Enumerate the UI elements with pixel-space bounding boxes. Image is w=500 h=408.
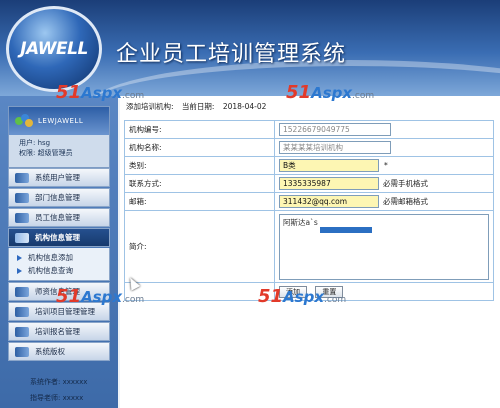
- intro-cell: 阿斯达a`s: [274, 210, 494, 283]
- contact-hint: 必需手机格式: [383, 178, 428, 188]
- category-label: 类别:: [124, 156, 275, 175]
- watermark-aspx: Aspx: [311, 84, 353, 102]
- intro-label: 简介:: [124, 210, 275, 283]
- add-org-form: 机构编号: 15226679049775 机构名称: 某某某某培训机构 类别: …: [124, 120, 494, 301]
- sidebar: LEWJAWELL 用户: hsg 权限: 超级管理员 系统用户管理 部门信息管…: [0, 96, 118, 408]
- contact-cell: 1335335987 必需手机格式: [274, 174, 494, 193]
- intro-text: 阿斯达a`s: [283, 217, 318, 227]
- user-banner: LEWJAWELL: [9, 107, 109, 135]
- menu-item-enrollment[interactable]: 培训报名管理: [8, 322, 110, 341]
- org-name-cell: 某某某某培训机构: [274, 138, 494, 157]
- form-row-intro: 简介: 阿斯达a`s: [124, 210, 494, 283]
- author-text: 系统作者: xxxxxx: [30, 378, 88, 386]
- breadcrumb: 添加培训机构: 当前日期: 2018-04-02: [126, 101, 272, 112]
- menu-bar-icon: [15, 286, 29, 297]
- submenu-item-add-org[interactable]: 机构信息添加: [9, 251, 109, 264]
- form-row-contact: 联系方式: 1335335987 必需手机格式: [124, 174, 494, 193]
- user-panel: LEWJAWELL 用户: hsg 权限: 超级管理员: [8, 106, 110, 168]
- sidebar-menu: 系统用户管理 部门信息管理 员工信息管理 机构信息管理 机构信息添加 机构信息查…: [8, 168, 110, 362]
- org-name-input[interactable]: 某某某某培训机构: [279, 141, 391, 154]
- current-date: 2018-04-02: [222, 102, 267, 111]
- email-cell: 311432@qq.com 必需邮箱格式: [274, 192, 494, 211]
- submenu-item-label: 机构信息查询: [28, 266, 73, 275]
- watermark-com: .com: [324, 295, 347, 305]
- watermark-num: 51: [56, 82, 82, 103]
- required-star: *: [384, 160, 388, 170]
- watermark-com: .com: [352, 91, 375, 101]
- contact-input[interactable]: 1335335987: [279, 177, 379, 190]
- menu-item-system-users[interactable]: 系统用户管理: [8, 168, 110, 187]
- category-input[interactable]: B类: [279, 159, 379, 172]
- menu-item-employees[interactable]: 员工信息管理: [8, 208, 110, 227]
- text-selection-highlight: [320, 226, 372, 233]
- user-info: 用户: hsg 权限: 超级管理员: [9, 135, 109, 158]
- intro-textarea[interactable]: 阿斯达a`s: [279, 213, 489, 280]
- form-row-org-no: 机构编号: 15226679049775: [124, 120, 494, 139]
- app-title: 企业员工培训管理系统: [116, 42, 347, 67]
- menu-bar-icon: [15, 326, 29, 337]
- menu-item-label: 培训项目管理管理: [35, 307, 95, 316]
- menu-bar-icon: [15, 192, 29, 203]
- logo-text: JAWELL: [20, 39, 88, 59]
- org-no-input[interactable]: 15226679049775: [279, 123, 391, 136]
- watermark-num: 51: [258, 286, 284, 307]
- menu-item-departments[interactable]: 部门信息管理: [8, 188, 110, 207]
- watermark-aspx: Aspx: [81, 288, 123, 306]
- user-name: 用户: hsg: [19, 139, 51, 147]
- buttons-label-cell: [124, 282, 275, 301]
- menu-bar-icon: [15, 306, 29, 317]
- user-role: 权限: 超级管理员: [19, 149, 73, 157]
- menu-item-label: 系统用户管理: [35, 173, 80, 182]
- org-name-label: 机构名称:: [124, 138, 275, 157]
- menu-item-organizations[interactable]: 机构信息管理: [8, 228, 110, 247]
- menu-item-copyright[interactable]: 系统版权: [8, 342, 110, 361]
- submenu-item-query-org[interactable]: 机构信息查询: [9, 264, 109, 277]
- triangle-right-icon: [17, 267, 22, 274]
- watermark-com: .com: [122, 295, 145, 305]
- date-label: 当前日期:: [181, 102, 215, 111]
- menu-bar-icon: [15, 232, 29, 243]
- form-row-email: 邮箱: 311432@qq.com 必需邮箱格式: [124, 192, 494, 211]
- menu-item-label: 培训报名管理: [35, 327, 80, 336]
- form-row-category: 类别: B类 *: [124, 156, 494, 175]
- submenu-item-label: 机构信息添加: [28, 253, 73, 262]
- page-title: 添加培训机构:: [126, 102, 174, 111]
- main-content: 添加培训机构: 当前日期: 2018-04-02 机构编号: 152266790…: [120, 96, 500, 408]
- users-icon: [15, 114, 33, 128]
- form-row-org-name: 机构名称: 某某某某培训机构: [124, 138, 494, 157]
- watermark-com: .com: [122, 91, 145, 101]
- menu-item-label: 员工信息管理: [35, 213, 80, 222]
- menu-bar-icon: [15, 172, 29, 183]
- watermark-top-left: 51Aspx.com: [56, 82, 144, 103]
- watermark-aspx: Aspx: [81, 84, 123, 102]
- organizations-submenu: 机构信息添加 机构信息查询: [8, 248, 110, 281]
- category-cell: B类 *: [274, 156, 494, 175]
- menu-item-label: 机构信息管理: [35, 233, 80, 242]
- email-hint: 必需邮箱格式: [383, 196, 428, 206]
- menu-item-label: 系统版权: [35, 347, 65, 356]
- jawell-logo: JAWELL: [6, 6, 102, 92]
- menu-item-label: 部门信息管理: [35, 193, 80, 202]
- watermark-bottom-right: 51Aspx.com: [258, 286, 346, 307]
- org-no-label: 机构编号:: [124, 120, 275, 139]
- menu-bar-icon: [15, 346, 29, 357]
- sidebar-footer: 系统作者: xxxxxx 指导老师: xxxxx: [30, 374, 87, 406]
- watermark-top-right: 51Aspx.com: [286, 82, 374, 103]
- contact-label: 联系方式:: [124, 174, 275, 193]
- email-input[interactable]: 311432@qq.com: [279, 195, 379, 208]
- menu-bar-icon: [15, 212, 29, 223]
- teacher-text: 指导老师: xxxxx: [30, 394, 84, 402]
- org-no-cell: 15226679049775: [274, 120, 494, 139]
- watermark-num: 51: [56, 286, 82, 307]
- watermark-num: 51: [286, 82, 312, 103]
- email-label: 邮箱:: [124, 192, 275, 211]
- triangle-right-icon: [17, 254, 22, 261]
- user-brand: LEWJAWELL: [38, 117, 84, 125]
- watermark-aspx: Aspx: [283, 288, 325, 306]
